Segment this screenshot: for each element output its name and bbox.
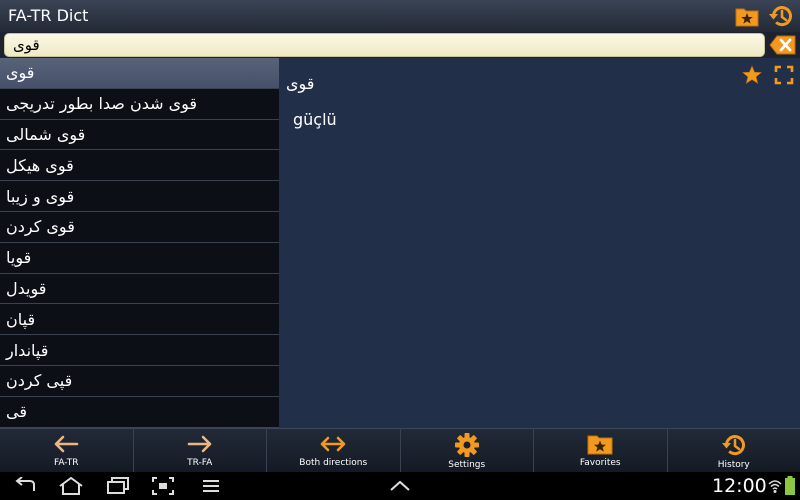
back-icon[interactable] (12, 477, 38, 495)
tab-history[interactable]: History (668, 429, 800, 472)
history-button[interactable] (768, 3, 794, 29)
word-list-item[interactable]: قپی کردن (0, 366, 279, 397)
history-icon (721, 435, 745, 456)
tab-favorites[interactable]: Favorites (534, 429, 668, 472)
word-list-item[interactable]: قوی شدن صدا بطور تدریجی (0, 89, 279, 120)
word-list[interactable]: قوی قوی شدن صدا بطور تدریجی قوی شمالی قو… (0, 58, 279, 428)
tab-label: Settings (448, 460, 486, 470)
screenshot-icon[interactable] (152, 477, 174, 495)
word-list-item[interactable]: قویدل (0, 274, 279, 305)
arrow-right-icon (187, 435, 212, 453)
fullscreen-icon (774, 65, 794, 85)
arrow-left-icon (54, 435, 79, 453)
tab-both-directions[interactable]: Both directions (267, 429, 401, 472)
clear-search-button[interactable] (769, 34, 797, 56)
translation-text: güçlü (293, 110, 337, 129)
chevron-up-icon[interactable] (389, 477, 411, 495)
headword: قوی (286, 74, 315, 93)
home-icon[interactable] (58, 477, 84, 495)
search-bar (0, 32, 800, 58)
favorites-folder-button[interactable] (734, 3, 760, 29)
word-list-item-selected[interactable]: قوی (0, 58, 279, 89)
menu-icon[interactable] (202, 477, 220, 495)
fullscreen-button[interactable] (773, 64, 795, 86)
wifi-icon (768, 480, 782, 493)
add-favorite-button[interactable] (741, 64, 763, 86)
tab-label: Both directions (299, 458, 368, 468)
app-title: FA-TR Dict (8, 6, 89, 25)
folder-star-icon (735, 8, 759, 27)
tab-label: TR-FA (187, 458, 213, 468)
translation-pane: قوی güçlü (279, 58, 800, 428)
recent-apps-icon[interactable] (106, 477, 130, 495)
word-list-item[interactable]: قویا (0, 243, 279, 274)
tab-settings[interactable]: Settings (401, 429, 534, 472)
word-list-item[interactable]: قپان (0, 304, 279, 336)
history-icon (769, 6, 792, 27)
word-list-item[interactable]: قوی کردن (0, 212, 279, 243)
word-list-item[interactable]: قی (0, 397, 279, 428)
title-bar: FA-TR Dict (0, 0, 800, 32)
battery-icon (785, 476, 795, 495)
arrows-both-icon (320, 436, 346, 452)
folder-star-icon (587, 435, 613, 455)
tab-label: Favorites (579, 458, 621, 468)
bottom-tab-bar: FA-TR TR-FA Both directions Settings Fav… (0, 428, 800, 472)
word-list-item[interactable]: قپاندار (0, 335, 279, 366)
clear-icon (769, 35, 796, 55)
word-list-item[interactable]: قوی و زیبا (0, 181, 279, 212)
gear-icon (454, 433, 479, 457)
tab-tr-fa[interactable]: TR-FA (134, 429, 267, 472)
system-bar: 12:00 (0, 472, 800, 500)
tab-fa-tr[interactable]: FA-TR (0, 429, 134, 472)
clock: 12:00 (712, 475, 767, 497)
star-icon (742, 65, 762, 84)
word-list-item[interactable]: قوی هیکل (0, 150, 279, 182)
search-input[interactable] (4, 33, 765, 57)
tab-label: FA-TR (54, 458, 79, 468)
word-list-item[interactable]: قوی شمالی (0, 120, 279, 151)
tab-label: History (717, 460, 750, 470)
